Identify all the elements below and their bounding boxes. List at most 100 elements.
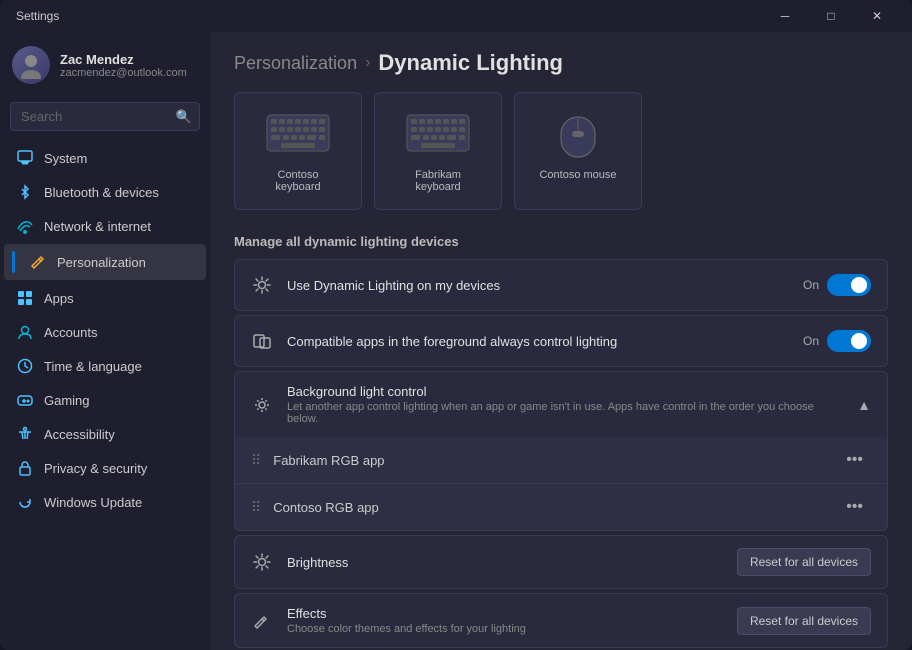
sidebar-label-personalization: Personalization [57, 255, 146, 270]
sidebar-item-accounts[interactable]: Accounts [4, 316, 206, 348]
search-input[interactable] [10, 102, 200, 131]
sidebar-label-privacy: Privacy & security [44, 461, 147, 476]
gaming-icon [16, 391, 34, 409]
device-card-contoso-keyboard[interactable]: Contoso keyboard [234, 92, 362, 210]
close-button[interactable]: ✕ [854, 0, 900, 32]
content-area: Personalization › Dynamic Lighting [210, 32, 912, 650]
sidebar-label-network: Network & internet [44, 219, 151, 234]
network-icon [16, 217, 34, 235]
setting-brightness[interactable]: Brightness Reset for all devices [234, 535, 888, 589]
sidebar-label-apps: Apps [44, 291, 74, 306]
update-icon [16, 493, 34, 511]
window-controls: ─ □ ✕ [762, 0, 900, 32]
background-light-title: Background light control [287, 384, 843, 399]
compatible-apps-toggle[interactable] [827, 330, 871, 352]
dynamic-lighting-toggle-label: On [803, 278, 819, 292]
breadcrumb-separator: › [365, 54, 370, 72]
settings-window: Settings ─ □ ✕ Zac Mendez [0, 0, 912, 650]
more-menu-fabrikam-button[interactable]: ••• [838, 449, 871, 471]
section-label: Manage all dynamic lighting devices [210, 230, 912, 259]
window-title: Settings [16, 9, 59, 23]
sidebar-label-bluetooth: Bluetooth & devices [44, 185, 159, 200]
device-icon-keyboard1 [266, 109, 330, 157]
sidebar-label-system: System [44, 151, 87, 166]
device-label-1: Fabrikam keyboard [395, 169, 481, 193]
sub-item-fabrikam[interactable]: ⠿ Fabrikam RGB app ••• [235, 437, 887, 484]
active-indicator [12, 251, 15, 273]
system-icon [16, 149, 34, 167]
brightness-reset-button[interactable]: Reset for all devices [737, 548, 871, 576]
content-header: Personalization › Dynamic Lighting [210, 32, 912, 92]
device-icon-mouse [546, 109, 610, 157]
main-content: Zac Mendez zacmendez@outlook.com 🔍 Syste… [0, 32, 912, 650]
device-label-0: Contoso keyboard [255, 169, 341, 193]
setting-effects[interactable]: Effects Choose color themes and effects … [234, 593, 888, 648]
compatible-apps-title: Compatible apps in the foreground always… [287, 334, 789, 349]
sidebar-item-accessibility[interactable]: Accessibility [4, 418, 206, 450]
sidebar-item-update[interactable]: Windows Update [4, 486, 206, 518]
accounts-icon [16, 323, 34, 341]
effects-title: Effects [287, 606, 723, 621]
settings-list: Use Dynamic Lighting on my devices On [210, 259, 912, 648]
sidebar-item-time[interactable]: Time & language [4, 350, 206, 382]
more-menu-contoso-button[interactable]: ••• [838, 496, 871, 518]
device-card-fabrikam-keyboard[interactable]: Fabrikam keyboard [374, 92, 502, 210]
avatar [12, 46, 50, 84]
device-card-contoso-mouse[interactable]: Contoso mouse [514, 92, 642, 210]
compatible-apps-icon [251, 330, 273, 352]
user-name: Zac Mendez [60, 52, 198, 67]
device-icon-keyboard2 [406, 109, 470, 157]
user-profile[interactable]: Zac Mendez zacmendez@outlook.com [0, 32, 210, 98]
search-box: 🔍 [10, 102, 200, 131]
effects-icon [251, 610, 273, 632]
effects-reset-button[interactable]: Reset for all devices [737, 607, 871, 635]
sidebar: Zac Mendez zacmendez@outlook.com 🔍 Syste… [0, 32, 210, 650]
sidebar-item-personalization[interactable]: Personalization [4, 244, 206, 280]
sidebar-label-time: Time & language [44, 359, 142, 374]
drag-handle-icon[interactable]: ⠿ [251, 452, 261, 469]
apps-icon [16, 289, 34, 307]
sidebar-item-network[interactable]: Network & internet [4, 210, 206, 242]
dynamic-lighting-icon [251, 274, 273, 296]
sidebar-item-system[interactable]: System [4, 142, 206, 174]
user-info: Zac Mendez zacmendez@outlook.com [60, 52, 198, 79]
sub-item-fabrikam-label: Fabrikam RGB app [273, 453, 826, 468]
sidebar-item-apps[interactable]: Apps [4, 282, 206, 314]
background-light-desc: Let another app control lighting when an… [287, 401, 843, 425]
accessibility-icon [16, 425, 34, 443]
user-email: zacmendez@outlook.com [60, 67, 198, 79]
setting-background-light[interactable]: Background light control Let another app… [234, 371, 888, 437]
sidebar-item-privacy[interactable]: Privacy & security [4, 452, 206, 484]
minimize-button[interactable]: ─ [762, 0, 808, 32]
device-cards: Contoso keyboard [210, 92, 912, 230]
sidebar-label-accounts: Accounts [44, 325, 97, 340]
brightness-icon [251, 551, 273, 573]
sidebar-label-update: Windows Update [44, 495, 142, 510]
chevron-up-icon[interactable]: ▲ [857, 397, 871, 413]
drag-handle-icon-2[interactable]: ⠿ [251, 499, 261, 516]
sidebar-label-gaming: Gaming [44, 393, 90, 408]
expanded-section: ⠿ Fabrikam RGB app ••• ⠿ Contoso RGB app… [234, 437, 888, 531]
bluetooth-icon [16, 183, 34, 201]
background-light-icon [251, 394, 273, 416]
setting-use-dynamic-lighting[interactable]: Use Dynamic Lighting on my devices On [234, 259, 888, 311]
personalization-icon [29, 253, 47, 271]
page-title: Dynamic Lighting [378, 50, 563, 76]
sidebar-label-accessibility: Accessibility [44, 427, 115, 442]
compatible-apps-toggle-label: On [803, 334, 819, 348]
sub-item-contoso[interactable]: ⠿ Contoso RGB app ••• [235, 484, 887, 530]
sub-item-contoso-label: Contoso RGB app [273, 500, 826, 515]
search-icon: 🔍 [176, 109, 192, 125]
dynamic-lighting-title: Use Dynamic Lighting on my devices [287, 278, 789, 293]
breadcrumb-personalization[interactable]: Personalization [234, 53, 357, 74]
dynamic-lighting-toggle[interactable] [827, 274, 871, 296]
maximize-button[interactable]: □ [808, 0, 854, 32]
device-label-2: Contoso mouse [539, 169, 616, 181]
brightness-title: Brightness [287, 555, 723, 570]
time-icon [16, 357, 34, 375]
titlebar: Settings ─ □ ✕ [0, 0, 912, 32]
sidebar-item-gaming[interactable]: Gaming [4, 384, 206, 416]
effects-desc: Choose color themes and effects for your… [287, 623, 723, 635]
sidebar-item-bluetooth[interactable]: Bluetooth & devices [4, 176, 206, 208]
setting-compatible-apps[interactable]: Compatible apps in the foreground always… [234, 315, 888, 367]
